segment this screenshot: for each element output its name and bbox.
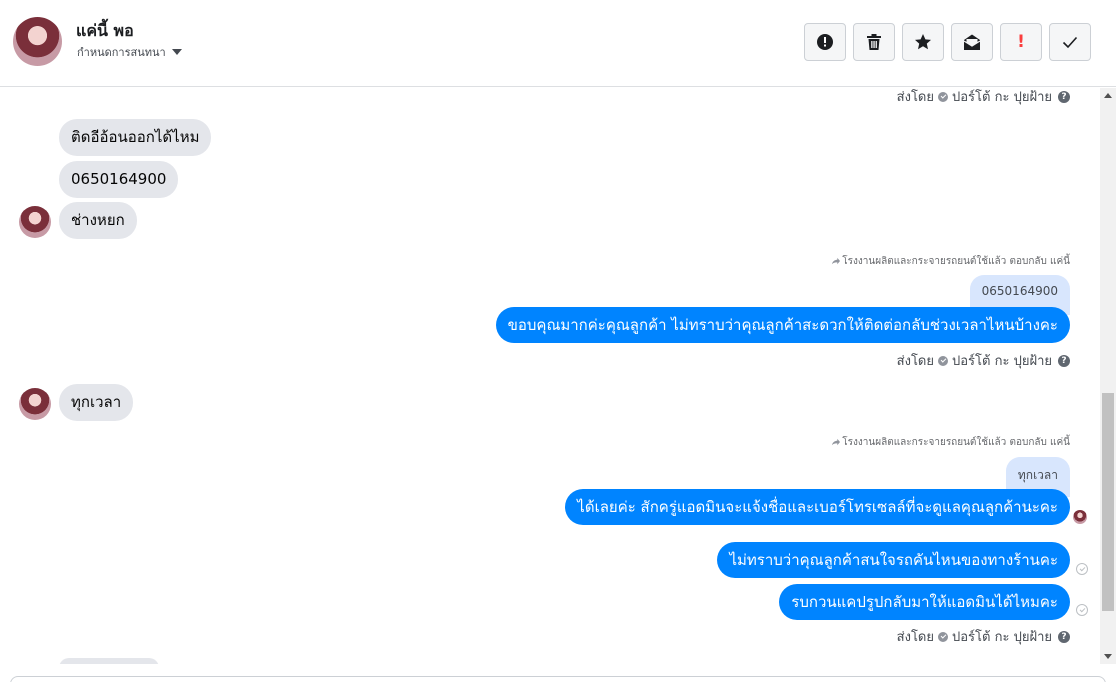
help-icon[interactable]: ? [1058, 630, 1070, 643]
scroll-down-arrow-icon[interactable] [1104, 654, 1112, 659]
trash-icon [867, 34, 881, 50]
star-icon [915, 34, 931, 50]
message-composer[interactable] [10, 676, 1106, 682]
contact-avatar[interactable] [13, 17, 62, 66]
incoming-message[interactable]: ติดอีอ้อนออกได้ไหม [59, 119, 212, 156]
sent-check-icon [1076, 563, 1088, 575]
message-thread: ส่งโดย ปอร์โต้ กะ ปุยฝ้าย ? ติดอีอ้อนออก… [0, 88, 1100, 664]
sent-by-line: ส่งโดย ปอร์โต้ กะ ปุยฝ้าย ? [897, 88, 1070, 107]
sent-by-line: ส่งโดย ปอร์โต้ กะ ปุยฝ้าย ? [897, 626, 1070, 647]
help-icon[interactable]: ? [1058, 354, 1070, 367]
sent-by-label: ส่งโดย [896, 90, 934, 105]
report-spam-button[interactable] [804, 23, 846, 61]
outgoing-message[interactable]: ไม่ทราบว่าคุณลูกค้าสนใจรถคันไหนของทางร้า… [717, 542, 1070, 578]
contact-avatar-small [19, 388, 51, 420]
delete-button[interactable] [853, 23, 895, 61]
agent-name[interactable]: ปอร์โต้ กะ ปุยฝ้าย [952, 626, 1052, 647]
incoming-message[interactable]: ช่างหยก [59, 202, 137, 239]
sent-by-label: ส่งโดย [896, 630, 934, 645]
caret-down-icon [171, 49, 182, 55]
scroll-up-arrow-icon[interactable] [1104, 93, 1112, 98]
seen-avatar [1073, 510, 1087, 524]
conversation-header: แค่นี้ พอ กำหนดการสนทนา ! [0, 0, 1116, 87]
contact-avatar-small [19, 206, 51, 238]
help-icon[interactable]: ? [1058, 90, 1070, 103]
conversation-settings-label: กำหนดการสนทนา [77, 46, 166, 59]
reply-arrow-icon [832, 438, 841, 446]
mark-done-button[interactable] [1049, 23, 1091, 61]
sent-by-label: ส่งโดย [896, 354, 934, 369]
outgoing-message[interactable]: รบกวนแคปรูปกลับมาให้แอดมินได้ไหมคะ [779, 584, 1070, 620]
reply-arrow-icon [832, 257, 841, 265]
sent-by-line: ส่งโดย ปอร์โต้ กะ ปุยฝ้าย ? [897, 350, 1070, 371]
reply-note-text: โรงงานผลิตและกระจายรถยนต์ใช้แล้ว ตอบกลับ… [842, 256, 1070, 267]
reply-note: โรงงานผลิตและกระจายรถยนต์ใช้แล้ว ตอบกลับ… [831, 435, 1070, 450]
verified-icon [938, 91, 948, 102]
alert-circle-icon [817, 34, 833, 50]
thread-scrollbar[interactable] [1100, 88, 1116, 664]
verified-icon [938, 355, 948, 366]
scrollbar-thumb[interactable] [1102, 393, 1114, 611]
incoming-message[interactable]: ทุกเวลา [59, 384, 134, 421]
exclamation-icon: ! [1017, 32, 1025, 52]
reply-note-text: โรงงานผลิตและกระจายรถยนต์ใช้แล้ว ตอบกลับ… [842, 437, 1070, 448]
conversation-settings-dropdown[interactable]: กำหนดการสนทนา [77, 43, 182, 61]
agent-name[interactable]: ปอร์โต้ กะ ปุยฝ้าย [952, 350, 1052, 371]
star-button[interactable] [902, 23, 944, 61]
verified-icon [938, 631, 948, 642]
incoming-message-partial[interactable] [59, 658, 159, 664]
contact-name[interactable]: แค่นี้ พอ [76, 19, 134, 44]
incoming-message[interactable]: 0650164900 [59, 161, 179, 198]
envelope-open-icon [963, 34, 981, 50]
outgoing-message[interactable]: ขอบคุณมากค่ะคุณลูกค้า ไม่ทราบว่าคุณลูกค้… [495, 307, 1070, 343]
mark-unread-button[interactable] [951, 23, 993, 61]
conversation-toolbar: ! [804, 23, 1091, 61]
follow-up-button[interactable]: ! [1000, 23, 1042, 61]
outgoing-message[interactable]: ได้เลยค่ะ สักครู่แอดมินจะแจ้งชื่อและเบอร… [565, 489, 1070, 525]
reply-note: โรงงานผลิตและกระจายรถยนต์ใช้แล้ว ตอบกลับ… [831, 254, 1070, 269]
check-icon [1062, 36, 1078, 49]
sent-check-icon [1076, 604, 1088, 616]
agent-name[interactable]: ปอร์โต้ กะ ปุยฝ้าย [952, 88, 1052, 107]
